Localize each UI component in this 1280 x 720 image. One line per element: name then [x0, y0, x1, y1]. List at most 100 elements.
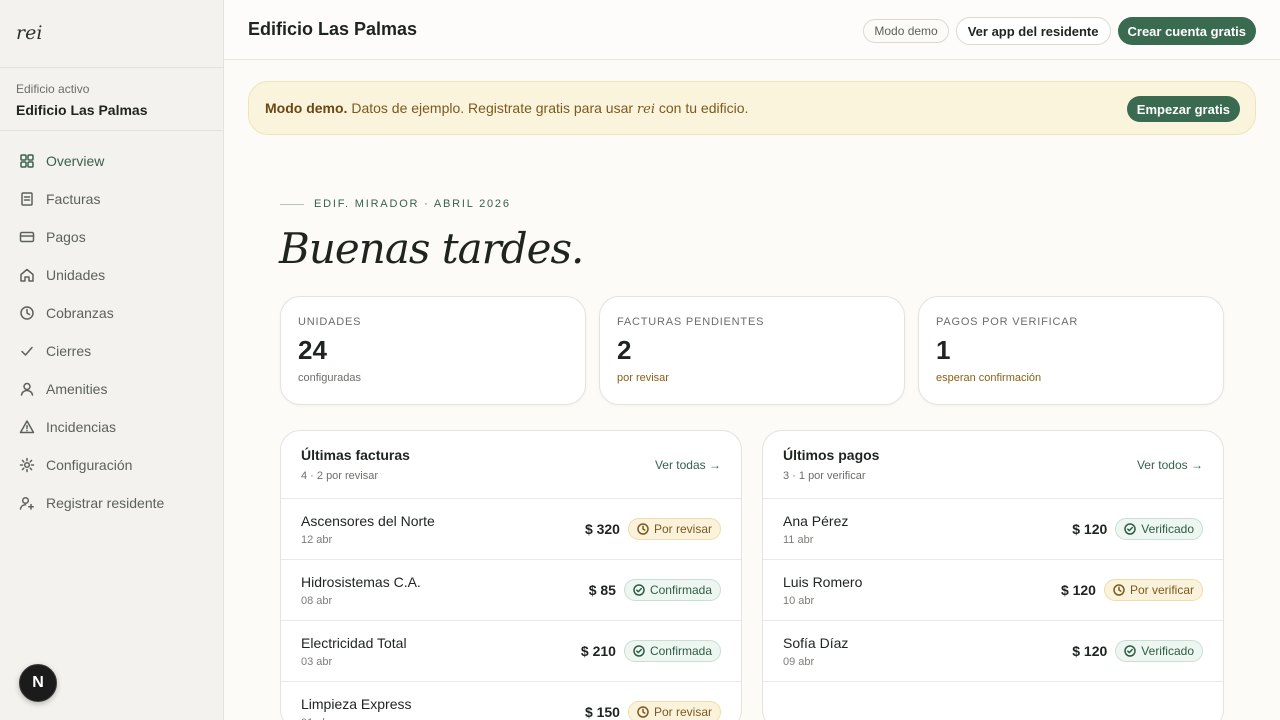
demo-mode-pill: Modo demo	[863, 19, 949, 43]
invoice-row[interactable]: Limpieza Express01 abr$ 150Por revisar	[281, 682, 741, 720]
sidebar-item-label: Facturas	[46, 191, 101, 207]
card-icon	[18, 228, 36, 246]
row-amount: $ 120	[1072, 643, 1108, 659]
payment-list: Ana Pérez 11 abr $ 120 Verificado Luis Romer…	[763, 499, 1223, 682]
status-badge: Confirmada	[623, 579, 721, 601]
stat-value: 1	[936, 335, 951, 365]
payments-panel: Últimos pagos 3 · 1 por verificar Ver to…	[762, 430, 1224, 720]
main-content: Edificio Las Palmas Modo demo Ver app de…	[224, 0, 1280, 720]
check-circle-icon	[633, 645, 645, 657]
row-right: $ 320 Por revisar	[585, 518, 721, 540]
banner-text-after: con tu edificio.	[655, 99, 749, 116]
person-icon	[18, 380, 36, 398]
stat-label: UNIDADES	[298, 316, 362, 328]
sidebar-item-label: Cobranzas	[46, 305, 114, 321]
sidebar-item-incidencias[interactable]: Incidencias	[0, 408, 223, 446]
row-right: $ 120 Verificado	[1072, 640, 1203, 662]
document-icon	[18, 190, 36, 208]
status-text: Por revisar	[653, 705, 712, 719]
sidebar-nav: Overview Facturas Pagos Unidades Cobranz…	[0, 131, 223, 522]
clock-icon	[18, 304, 36, 322]
clock-icon	[637, 523, 649, 535]
status-text: Por revisar	[653, 522, 712, 536]
stat-sub: configuradas	[298, 372, 361, 384]
stats-row: UNIDADES 24 configuradas FACTURAS PENDIE…	[280, 296, 1224, 405]
sidebar-item-pagos[interactable]: Pagos	[0, 218, 223, 256]
create-account-button[interactable]: Crear cuenta gratis	[1117, 17, 1256, 45]
start-free-button[interactable]: Empezar gratis	[1126, 96, 1240, 122]
status-badge: Verificado	[1115, 640, 1203, 662]
row-amount: $ 85	[588, 582, 616, 598]
sidebar-item-overview[interactable]: Overview	[0, 142, 223, 180]
banner-text: Modo demo. Datos de ejemplo. Registrate …	[265, 100, 748, 117]
sidebar-item-label: Amenities	[46, 381, 108, 397]
sidebar-item-cierres[interactable]: Cierres	[0, 332, 223, 370]
eyebrow-divider	[280, 203, 304, 205]
sidebar-item-configuracion[interactable]: Configuración	[0, 446, 223, 484]
app-logo[interactable]: rei	[0, 0, 223, 68]
status-text: Verificado	[1141, 644, 1194, 658]
status-badge: Por revisar	[627, 518, 721, 540]
sidebar-item-label: Registrar residente	[46, 495, 165, 511]
sidebar-item-cobranzas[interactable]: Cobranzas	[0, 294, 223, 332]
sidebar-item-label: Incidencias	[46, 419, 117, 435]
panel-header: Últimos pagos 3 · 1 por verificar Ver to…	[763, 431, 1223, 499]
banner-bold: Modo demo.	[265, 99, 348, 116]
greeting-title: Buenas tardes.	[279, 224, 584, 273]
sidebar-item-registrar-residente[interactable]: Registrar residente	[0, 484, 223, 522]
status-badge: Por revisar	[627, 701, 721, 720]
warning-icon	[18, 418, 36, 436]
panel-header: Últimas facturas 4 · 2 por revisar Ver t…	[281, 431, 741, 499]
user-plus-icon	[18, 494, 36, 512]
sidebar-item-unidades[interactable]: Unidades	[0, 256, 223, 294]
check-circle-icon	[1124, 645, 1137, 657]
stat-value: 24	[298, 335, 327, 365]
grid-icon	[18, 152, 36, 170]
row-right: $ 85 Confirmada	[589, 579, 721, 601]
page-title: Edificio Las Palmas	[248, 19, 418, 39]
stat-value: 2	[617, 335, 632, 365]
sidebar-item-label: Pagos	[46, 229, 86, 245]
resident-app-button[interactable]: Ver app del residente	[955, 17, 1111, 45]
sidebar-item-facturas[interactable]: Facturas	[0, 180, 223, 218]
status-text: Confirmada	[649, 583, 712, 597]
row-amount: $ 210	[580, 643, 616, 659]
stat-label: FACTURAS PENDIENTES	[617, 316, 765, 328]
eyebrow-text: EDIF. MIRADOR · ABRIL 2026	[314, 198, 511, 210]
status-badge: Verificado	[1115, 518, 1203, 540]
stat-card-facturas-pendientes[interactable]: FACTURAS PENDIENTES 2 por revisar	[599, 296, 905, 405]
row-right: $ 150 Por revisar	[585, 701, 721, 720]
stat-card-pagos-por-verificar[interactable]: PAGOS POR VERIFICAR 1 esperan confirmaci…	[918, 296, 1224, 405]
invoice-row[interactable]: Electricidad Total 03 abr $ 210 Confirmada	[281, 621, 741, 682]
top-actions: Modo demo Ver app del residente Crear cu…	[863, 17, 1256, 45]
row-amount: $ 150	[584, 704, 620, 720]
view-all-invoices-link[interactable]: Ver todas →	[655, 458, 721, 472]
row-amount: $ 120	[1060, 582, 1096, 598]
row-right: $ 120 Verificado	[1072, 518, 1203, 540]
invoice-row[interactable]: Ascensores del Norte 12 abr $ 320 Por revis…	[281, 499, 741, 560]
stat-card-unidades[interactable]: UNIDADES 24 configuradas	[280, 296, 586, 405]
check-icon	[18, 342, 36, 360]
row-right: $ 210 Confirmada	[581, 640, 721, 662]
hero-eyebrow: EDIF. MIRADOR · ABRIL 2026	[280, 198, 511, 210]
home-icon	[18, 266, 36, 284]
payment-row[interactable]: Sofía Díaz 09 abr $ 120 Verificado	[763, 621, 1223, 682]
clock-icon	[637, 706, 649, 718]
check-circle-icon	[633, 584, 645, 596]
status-text: Por verificar	[1129, 583, 1194, 597]
active-building[interactable]: Edificio activo Edificio Las Palmas	[0, 68, 223, 131]
sidebar-item-label: Overview	[46, 153, 105, 169]
status-text: Verificado	[1141, 522, 1194, 536]
payment-row[interactable]: Ana Pérez 11 abr $ 120 Verificado	[763, 499, 1223, 560]
payment-row[interactable]: Luis Romero 10 abr $ 120 Por verificar	[763, 560, 1223, 621]
banner-text-before: Datos de ejemplo. Registrate gratis para…	[347, 99, 637, 116]
status-badge: Por verificar	[1103, 579, 1203, 601]
sidebar-item-amenities[interactable]: Amenities	[0, 370, 223, 408]
user-avatar-button[interactable]: N	[19, 664, 57, 702]
gear-icon	[18, 456, 36, 474]
invoice-row[interactable]: Hidrosistemas C.A. 08 abr $ 85 Confirmada	[281, 560, 741, 621]
stat-label: PAGOS POR VERIFICAR	[936, 316, 1079, 328]
sidebar: rei Edificio activo Edificio Las Palmas …	[0, 0, 224, 720]
status-text: Confirmada	[649, 644, 712, 658]
view-all-payments-link[interactable]: Ver todos →	[1137, 458, 1203, 472]
